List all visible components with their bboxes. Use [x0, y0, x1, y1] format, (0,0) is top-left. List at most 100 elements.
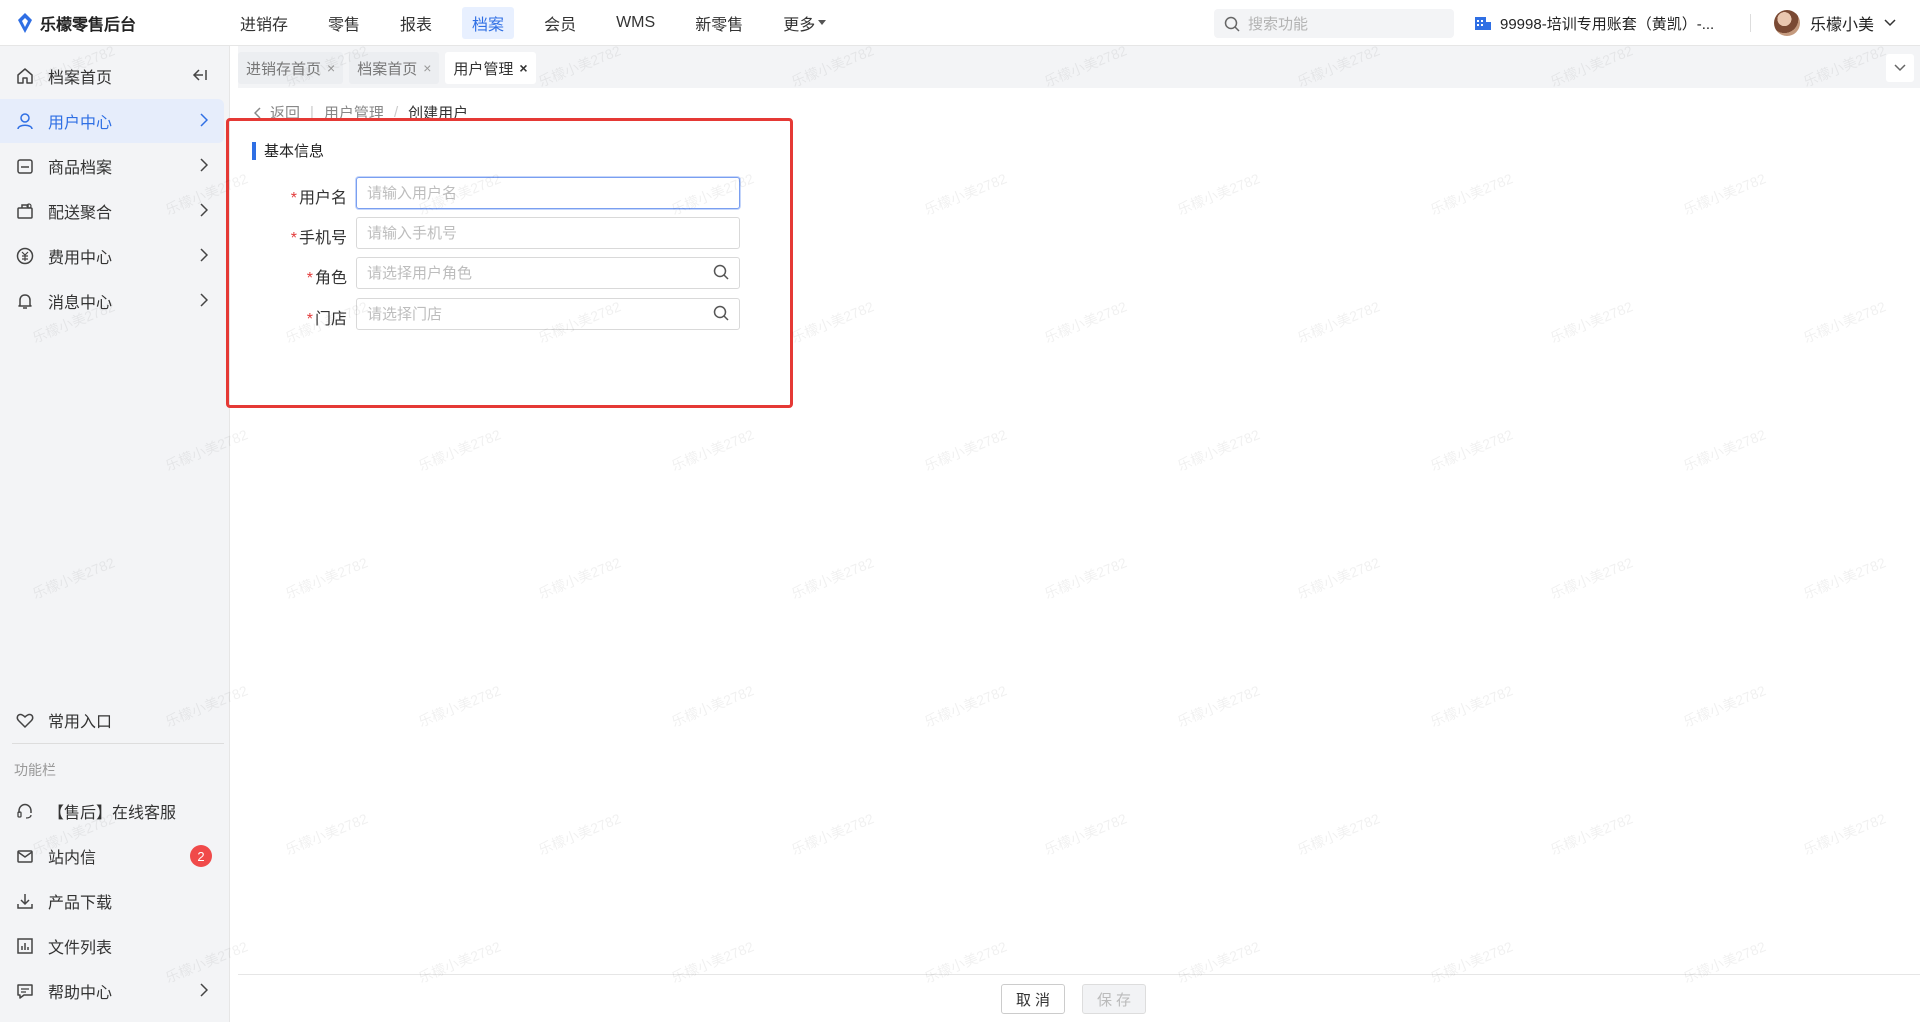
- top-nav: 进销存 零售 报表 档案 会员 WMS 新零售 更多: [230, 0, 856, 45]
- close-icon[interactable]: ×: [423, 60, 431, 76]
- cancel-button[interactable]: 取消: [1001, 984, 1065, 1014]
- sidebar-item-user-center[interactable]: 用户中心: [0, 99, 224, 143]
- sidebar-item-inbox[interactable]: 站内信 2: [0, 834, 224, 878]
- help-icon: [14, 980, 36, 1002]
- sidebar-item-file-list[interactable]: 文件列表: [0, 924, 224, 968]
- back-link[interactable]: 返回: [270, 102, 300, 123]
- phone-label: * 手机号: [238, 224, 347, 248]
- sidebar-item-help-center[interactable]: 帮助中心: [0, 969, 224, 1013]
- nav-item-inventory[interactable]: 进销存: [230, 7, 298, 39]
- phone-input[interactable]: [356, 217, 740, 249]
- field-label: 角色: [314, 270, 347, 287]
- chevron-right-icon: [200, 113, 209, 132]
- breadcrumb-separator: /: [393, 104, 399, 121]
- breadcrumb-parent[interactable]: 用户管理: [324, 102, 384, 123]
- tab-archive-home[interactable]: 档案首页 ×: [349, 52, 440, 84]
- sidebar-item-download[interactable]: 产品下载: [0, 879, 224, 923]
- required-mark: *: [306, 270, 313, 287]
- form-row-username: * 用户名: [238, 177, 838, 209]
- app-title: 乐檬零售后台: [40, 16, 137, 34]
- tab-label: 用户管理: [453, 60, 514, 78]
- save-button[interactable]: 保存: [1082, 984, 1146, 1014]
- chevron-down-icon: [1884, 19, 1896, 27]
- delivery-icon: [14, 200, 36, 222]
- bell-icon: [14, 290, 36, 312]
- sidebar-item-online-service[interactable]: 【售后】在线客服: [0, 789, 224, 833]
- account-selector[interactable]: 99998-培训专用账套（黄凯）-...: [1474, 0, 1714, 46]
- sidebar-item-label: 帮助中心: [48, 985, 113, 1002]
- user-name: 乐檬小美: [1810, 17, 1875, 34]
- section-title: 基本信息: [252, 140, 324, 161]
- chevron-right-icon: [200, 158, 209, 177]
- nav-item-archive[interactable]: 档案: [462, 6, 515, 39]
- tab-bar: 进销存首页 × 档案首页 × 用户管理 ×: [238, 46, 1920, 88]
- field-label: 门店: [314, 311, 347, 328]
- account-label: 99998-培训专用账套（黄凯）-...: [1500, 15, 1715, 33]
- sidebar-divider: [12, 743, 224, 744]
- form-footer: 取消 保存: [238, 974, 1920, 1022]
- store-select[interactable]: [356, 298, 740, 330]
- required-mark: *: [306, 311, 313, 328]
- nav-item-member[interactable]: 会员: [534, 7, 586, 39]
- search-icon: [1224, 16, 1240, 32]
- nav-item-new-retail[interactable]: 新零售: [685, 7, 753, 39]
- user-menu[interactable]: 乐檬小美: [1774, 0, 1896, 46]
- caret-down-icon: [818, 20, 827, 25]
- role-label: * 角色: [238, 264, 347, 288]
- tabs-dropdown-button[interactable]: [1886, 54, 1914, 82]
- required-mark: *: [290, 230, 297, 247]
- sidebar-item-label: 消息中心: [48, 295, 113, 312]
- close-icon[interactable]: ×: [519, 60, 527, 76]
- store-label: * 门店: [238, 305, 347, 329]
- tab-label: 进销存首页: [246, 60, 322, 78]
- nav-more-label: 更多: [783, 16, 816, 34]
- username-label: * 用户名: [238, 184, 347, 208]
- chart-icon: [14, 935, 36, 957]
- section-marker: [252, 141, 256, 160]
- section-title-text: 基本信息: [264, 143, 325, 160]
- nav-item-retail[interactable]: 零售: [318, 7, 370, 39]
- sidebar-item-goods-archive[interactable]: 商品档案: [0, 144, 224, 188]
- role-select[interactable]: [356, 257, 740, 289]
- form-row-store: * 门店: [238, 298, 838, 330]
- sidebar-item-label: 用户中心: [48, 115, 113, 132]
- search-icon[interactable]: [713, 305, 729, 321]
- breadcrumb-current: 创建用户: [408, 105, 469, 122]
- nav-item-reports[interactable]: 报表: [390, 7, 442, 39]
- sidebar-item-label: 文件列表: [48, 940, 113, 957]
- form-row-phone: * 手机号: [238, 217, 838, 249]
- logo-icon: [18, 12, 32, 33]
- search-icon[interactable]: [713, 264, 729, 280]
- mail-icon: [14, 845, 36, 867]
- breadcrumb-separator: |: [310, 104, 314, 121]
- sidebar-item-archive-home[interactable]: 档案首页: [0, 54, 224, 98]
- chevron-right-icon: [200, 293, 209, 312]
- nav-item-more[interactable]: 更多: [773, 7, 836, 39]
- sidebar-item-fee-center[interactable]: 费用中心: [0, 234, 224, 278]
- form-row-role: * 角色: [238, 257, 838, 289]
- sidebar-item-label: 档案首页: [48, 70, 113, 87]
- sidebar-item-message-center[interactable]: 消息中心: [0, 279, 224, 323]
- search-placeholder: 搜索功能: [1248, 16, 1309, 33]
- sidebar-item-label: 商品档案: [48, 160, 113, 177]
- required-mark: *: [290, 190, 297, 207]
- fee-icon: [14, 245, 36, 267]
- avatar: [1774, 10, 1800, 36]
- sidebar-item-delivery[interactable]: 配送聚合: [0, 189, 224, 233]
- sidebar-item-favorites[interactable]: 常用入口: [0, 698, 224, 742]
- close-icon[interactable]: ×: [327, 60, 335, 76]
- field-label: 用户名: [298, 190, 347, 207]
- main-content: 返回 | 用户管理 / 创建用户 基本信息 *用户名 *手机号 *角色 *门店: [238, 88, 1920, 974]
- username-input[interactable]: [356, 177, 740, 209]
- chevron-right-icon: [200, 203, 209, 222]
- nav-item-wms[interactable]: WMS: [606, 10, 665, 36]
- app-logo[interactable]: 乐檬零售后台: [0, 11, 210, 35]
- breadcrumb: 返回 | 用户管理 / 创建用户: [254, 102, 468, 123]
- tab-user-management[interactable]: 用户管理 ×: [445, 52, 536, 84]
- collapse-sidebar-icon[interactable]: [192, 68, 208, 87]
- chevron-right-icon: [200, 983, 209, 1002]
- tab-inventory-home[interactable]: 进销存首页 ×: [238, 52, 344, 84]
- function-search[interactable]: 搜索功能: [1214, 9, 1454, 38]
- chevron-down-icon: [1894, 64, 1906, 72]
- sidebar-section-title: 功能栏: [14, 762, 56, 778]
